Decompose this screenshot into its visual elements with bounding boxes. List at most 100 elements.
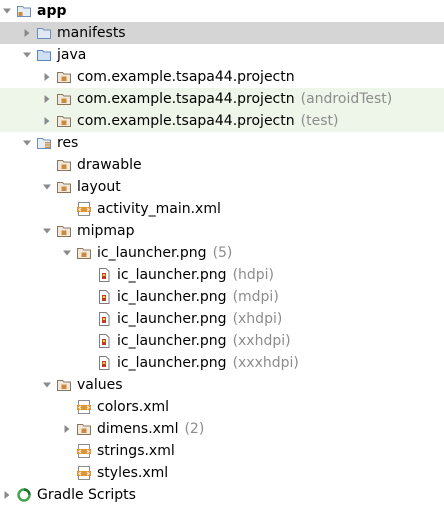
tree-node-java[interactable]: java [0, 44, 444, 66]
tree-node-ic-xhdpi[interactable]: ic_launcher.png (xhdpi) [0, 308, 444, 330]
tree-node-res[interactable]: res [0, 132, 444, 154]
chevron-right-icon[interactable] [20, 22, 34, 44]
tree-node-label: com.example.tsapa44.projectn (test) [77, 110, 338, 132]
module-folder-icon [16, 3, 32, 19]
package-icon [76, 245, 92, 261]
node-name: app [37, 3, 67, 19]
node-qualifier: (xxhdpi) [232, 333, 291, 349]
node-name: layout [77, 179, 121, 195]
node-qualifier: (xxxhdpi) [232, 355, 299, 371]
tree-node-activity-main[interactable]: activity_main.xml [0, 198, 444, 220]
tree-node-app[interactable]: app [0, 0, 444, 22]
chevron-down-icon[interactable] [0, 0, 14, 22]
tree-node-colors-xml[interactable]: colors.xml [0, 396, 444, 418]
tree-node-ic-launcher-group[interactable]: ic_launcher.png (5) [0, 242, 444, 264]
tree-node-label: app [37, 0, 67, 22]
chevron-right-icon[interactable] [60, 418, 74, 440]
tree-node-label: Gradle Scripts [37, 484, 136, 506]
tree-node-ic-xxhdpi[interactable]: ic_launcher.png (xxhdpi) [0, 330, 444, 352]
package-icon [56, 377, 72, 393]
chevron-right-icon[interactable] [40, 66, 54, 88]
tree-node-gradle-scripts[interactable]: Gradle Scripts [0, 484, 444, 506]
node-qualifier: (5) [212, 245, 233, 261]
package-icon [56, 69, 72, 85]
node-name: res [57, 135, 79, 151]
node-name: ic_launcher.png [117, 267, 227, 283]
node-name: dimens.xml [97, 421, 179, 437]
node-name: colors.xml [97, 399, 170, 415]
tree-node-label: ic_launcher.png (xxxhdpi) [117, 352, 299, 374]
tree-node-strings-xml[interactable]: strings.xml [0, 440, 444, 462]
image-file-icon [96, 355, 112, 371]
node-name: com.example.tsapa44.projectn [77, 69, 295, 85]
tree-node-ic-mdpi[interactable]: ic_launcher.png (mdpi) [0, 286, 444, 308]
tree-node-label: values [77, 374, 123, 396]
chevron-down-icon[interactable] [20, 132, 34, 154]
tree-node-label: ic_launcher.png (5) [97, 242, 232, 264]
node-name: mipmap [77, 223, 135, 239]
node-name: activity_main.xml [97, 201, 221, 217]
node-name: ic_launcher.png [117, 333, 227, 349]
chevron-right-icon[interactable] [0, 484, 14, 506]
chevron-right-icon[interactable] [40, 88, 54, 110]
chevron-down-icon[interactable] [60, 242, 74, 264]
tree-node-mipmap[interactable]: mipmap [0, 220, 444, 242]
image-file-icon [96, 289, 112, 305]
node-name: values [77, 377, 123, 393]
tree-node-ic-xxxhdpi[interactable]: ic_launcher.png (xxxhdpi) [0, 352, 444, 374]
tree-node-dimens-xml[interactable]: dimens.xml (2) [0, 418, 444, 440]
tree-node-label: colors.xml [97, 396, 169, 418]
tree-node-label: ic_launcher.png (hdpi) [117, 264, 274, 286]
package-icon [56, 91, 72, 107]
tree-node-label: activity_main.xml [97, 198, 221, 220]
node-qualifier: (2) [184, 421, 205, 437]
tree-node-label: layout [77, 176, 121, 198]
xml-file-icon [76, 465, 92, 481]
tree-node-styles-xml[interactable]: styles.xml [0, 462, 444, 484]
tree-node-label: styles.xml [97, 462, 168, 484]
chevron-down-icon[interactable] [40, 374, 54, 396]
source-folder-icon [36, 47, 52, 63]
tree-node-label: manifests [57, 22, 126, 44]
tree-node-ic-hdpi[interactable]: ic_launcher.png (hdpi) [0, 264, 444, 286]
tree-node-manifests[interactable]: manifests [0, 22, 444, 44]
node-name: com.example.tsapa44.projectn [77, 113, 295, 129]
node-name: Gradle Scripts [37, 487, 136, 503]
image-file-icon [96, 333, 112, 349]
chevron-down-icon[interactable] [40, 176, 54, 198]
node-name: styles.xml [97, 465, 169, 481]
node-qualifier: (hdpi) [232, 267, 275, 283]
chevron-right-icon[interactable] [40, 110, 54, 132]
gradle-icon [16, 487, 32, 503]
node-name: ic_launcher.png [117, 355, 227, 371]
tree-node-layout[interactable]: layout [0, 176, 444, 198]
tree-node-label: ic_launcher.png (mdpi) [117, 286, 279, 308]
tree-node-pkg-main[interactable]: com.example.tsapa44.projectn [0, 66, 444, 88]
node-name: ic_launcher.png [117, 311, 227, 327]
chevron-down-icon[interactable] [40, 220, 54, 242]
tree-node-pkg-test[interactable]: com.example.tsapa44.projectn (test) [0, 110, 444, 132]
package-icon [56, 179, 72, 195]
tree-node-label: res [57, 132, 78, 154]
tree-node-pkg-android-test[interactable]: com.example.tsapa44.projectn (androidTest… [0, 88, 444, 110]
package-icon [56, 157, 72, 173]
node-name: ic_launcher.png [97, 245, 207, 261]
xml-file-icon [76, 201, 92, 217]
tree-node-values[interactable]: values [0, 374, 444, 396]
tree-node-label: com.example.tsapa44.projectn [77, 66, 295, 88]
node-name: ic_launcher.png [117, 289, 227, 305]
node-qualifier: (mdpi) [232, 289, 279, 305]
xml-file-icon [76, 443, 92, 459]
tree-node-label: mipmap [77, 220, 135, 242]
node-qualifier: (xhdpi) [232, 311, 283, 327]
package-icon [76, 421, 92, 437]
chevron-down-icon[interactable] [20, 44, 34, 66]
tree-node-drawable[interactable]: drawable [0, 154, 444, 176]
node-name: strings.xml [97, 443, 175, 459]
folder-icon [36, 25, 52, 41]
tree-node-label: drawable [77, 154, 142, 176]
tree-node-label: dimens.xml (2) [97, 418, 204, 440]
tree-node-label: ic_launcher.png (xhdpi) [117, 308, 282, 330]
node-name: manifests [57, 25, 126, 41]
node-qualifier: (test) [300, 113, 339, 129]
